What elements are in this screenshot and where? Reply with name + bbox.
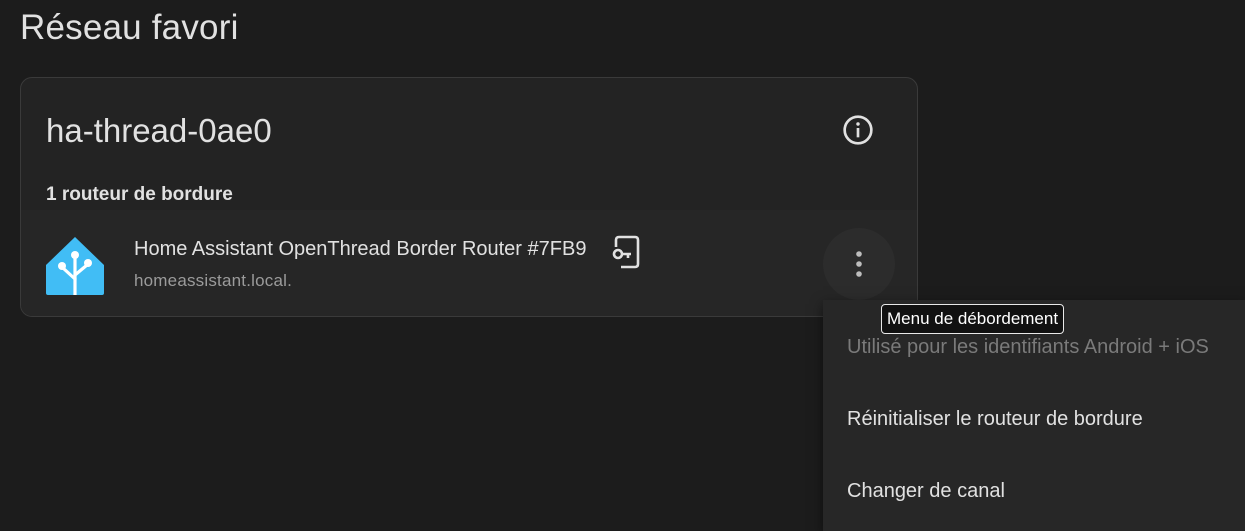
home-assistant-logo: [46, 237, 104, 295]
router-name: Home Assistant OpenThread Border Router …: [134, 238, 587, 260]
overflow-menu-tooltip: Menu de débordement: [881, 304, 1065, 334]
router-count-label: 1 routeur de bordure: [46, 184, 233, 205]
info-circle-icon: [843, 115, 873, 145]
info-button[interactable]: [840, 112, 876, 148]
dots-vertical-icon: [856, 251, 862, 277]
menu-item-android-ios-credentials: Utilisé pour les identifiants Android + …: [847, 336, 1209, 358]
network-name: ha-thread-0ae0: [46, 112, 272, 149]
overflow-menu: Utilisé pour les identifiants Android + …: [823, 300, 1245, 531]
overflow-menu-button[interactable]: [823, 228, 895, 300]
network-card: ha-thread-0ae0 1 routeur de bordure Home…: [20, 77, 918, 317]
page: Réseau favori ha-thread-0ae0 1 routeur d…: [0, 0, 1245, 531]
router-host: homeassistant.local.: [134, 271, 293, 290]
router-list-item: Home Assistant OpenThread Border Router …: [21, 210, 917, 316]
phone-key-icon: [612, 235, 640, 269]
page-title: Réseau favori: [20, 8, 239, 47]
menu-item-reset-border-router[interactable]: Réinitialiser le routeur de bordure: [847, 408, 1143, 431]
menu-item-change-channel[interactable]: Changer de canal: [847, 480, 1005, 503]
